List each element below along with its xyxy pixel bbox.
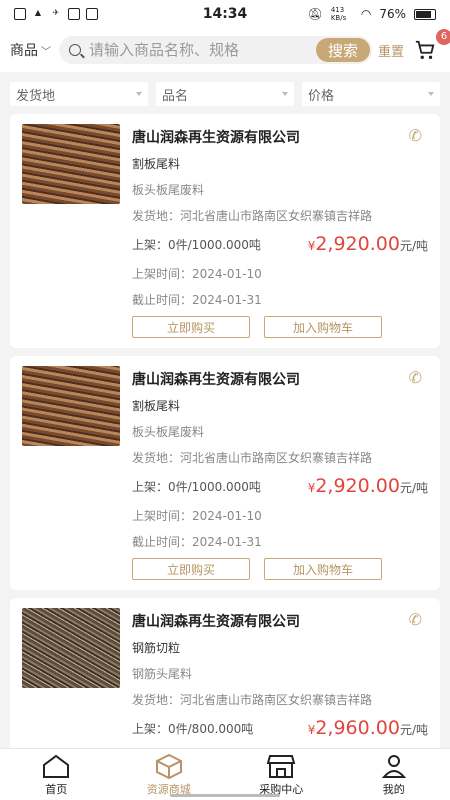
phone-icon[interactable]: ✆ bbox=[409, 368, 422, 387]
product-image[interactable] bbox=[22, 366, 120, 446]
listing-quantity: 上架：0件/1000.000吨 bbox=[132, 479, 261, 494]
price-value: 2,960.00 bbox=[315, 717, 400, 739]
tab-resource-mall[interactable]: 资源商城 bbox=[113, 749, 226, 800]
add-to-cart-button[interactable]: 加入购物车 bbox=[264, 558, 382, 580]
phone-icon[interactable]: ✆ bbox=[409, 610, 422, 629]
search-field: 搜索 bbox=[59, 36, 372, 64]
mail-icon bbox=[86, 8, 98, 20]
company-name: 唐山润森再生资源有限公司 bbox=[132, 130, 300, 146]
price-value: 2,920.00 bbox=[315, 475, 400, 497]
price-unit: 元/吨 bbox=[399, 723, 428, 737]
price-row: 上架：0件/800.000吨 ¥2,960.00元/吨 bbox=[132, 712, 428, 744]
add-to-cart-button[interactable]: 加入购物车 bbox=[264, 316, 382, 338]
search-input[interactable] bbox=[89, 41, 316, 59]
notification-icons: ▲ ✈ bbox=[14, 8, 98, 20]
price: ¥2,920.00元/吨 bbox=[308, 233, 428, 255]
network-speed: 413 KB/s bbox=[330, 6, 347, 22]
buy-now-button[interactable]: 立即购买 bbox=[132, 558, 250, 580]
product-category: 板头板尾废料 bbox=[132, 424, 205, 439]
company-name: 唐山润森再生资源有限公司 bbox=[132, 372, 300, 388]
ship-origin: 发货地：河北省唐山市路南区女织寨镇吉祥路 bbox=[132, 208, 373, 223]
bottom-tab-bar: 首页 资源商城 采购中心 我的 bbox=[0, 748, 450, 800]
caret-down-icon bbox=[136, 92, 142, 96]
phone-icon[interactable]: ✆ bbox=[409, 126, 422, 145]
search-icon bbox=[69, 44, 81, 56]
tab-home[interactable]: 首页 bbox=[0, 749, 113, 800]
home-icon bbox=[43, 754, 70, 778]
filter-origin[interactable]: 发货地 bbox=[10, 82, 148, 106]
cart-badge: 6 bbox=[436, 29, 450, 45]
product-image[interactable] bbox=[22, 608, 120, 688]
category-select[interactable]: 商品 ﹀ bbox=[10, 40, 51, 60]
price-row: 上架：0件/1000.000吨 ¥2,920.00元/吨 bbox=[132, 228, 428, 260]
product-category: 板头板尾废料 bbox=[132, 182, 205, 197]
filter-product-name[interactable]: 品名 bbox=[156, 82, 294, 106]
notification-icon bbox=[14, 8, 26, 20]
filter-row: 发货地 品名 价格 bbox=[0, 72, 450, 114]
filter-label: 价格 bbox=[308, 88, 335, 104]
store-icon bbox=[266, 754, 296, 778]
tab-label: 我的 bbox=[382, 782, 405, 796]
product-category: 钢筋头尾料 bbox=[132, 666, 193, 681]
tab-label: 首页 bbox=[45, 782, 68, 796]
user-icon bbox=[381, 754, 406, 778]
listed-date: 上架时间：2024-01-10 bbox=[132, 508, 262, 523]
reset-button[interactable]: 重置 bbox=[378, 41, 404, 60]
listed-date: 上架时间：2024-01-10 bbox=[132, 266, 262, 281]
listing-quantity: 上架：0件/800.000吨 bbox=[132, 721, 254, 736]
chevron-down-icon: ﹀ bbox=[41, 46, 51, 58]
search-bar: 商品 ﹀ 搜索 重置 6 bbox=[0, 28, 450, 72]
cart-icon bbox=[415, 40, 435, 59]
battery-percent: 76% bbox=[379, 7, 406, 21]
warning-icon: ▲ bbox=[34, 8, 42, 17]
mute-icon: 🔕︎ bbox=[307, 7, 323, 21]
bird-icon: ✈ bbox=[52, 8, 60, 17]
product-list: ✆ 唐山润森再生资源有限公司 割板尾料 板头板尾废料 发货地：河北省唐山市路南区… bbox=[0, 114, 450, 800]
product-card[interactable]: ✆ 唐山润森再生资源有限公司 割板尾料 板头板尾废料 发货地：河北省唐山市路南区… bbox=[10, 356, 440, 590]
product-card[interactable]: ✆ 唐山润森再生资源有限公司 割板尾料 板头板尾废料 发货地：河北省唐山市路南区… bbox=[10, 114, 440, 348]
caret-down-icon bbox=[428, 92, 434, 96]
search-button[interactable]: 搜索 bbox=[315, 38, 370, 62]
system-icons: 🔕︎ 413 KB/s ◠ 76% bbox=[308, 6, 436, 22]
product-name: 割板尾料 bbox=[132, 156, 181, 171]
price-row: 上架：0件/1000.000吨 ¥2,920.00元/吨 bbox=[132, 470, 428, 502]
clock: 14:34 bbox=[202, 6, 248, 22]
battery-icon bbox=[414, 8, 436, 20]
wifi-icon: ◠ bbox=[360, 7, 372, 21]
price: ¥2,960.00元/吨 bbox=[308, 717, 428, 739]
product-name: 钢筋切粒 bbox=[132, 640, 181, 655]
product-image[interactable] bbox=[22, 124, 120, 204]
price-value: 2,920.00 bbox=[315, 233, 400, 255]
app-icon bbox=[68, 8, 80, 20]
company-name: 唐山润森再生资源有限公司 bbox=[132, 614, 300, 630]
product-name: 割板尾料 bbox=[132, 398, 181, 413]
deadline-date: 截止时间：2024-01-31 bbox=[132, 534, 262, 549]
status-bar: ▲ ✈ 14:34 🔕︎ 413 KB/s ◠ 76% bbox=[0, 0, 450, 28]
price-unit: 元/吨 bbox=[399, 239, 428, 253]
box-icon bbox=[155, 753, 182, 779]
filter-label: 品名 bbox=[162, 88, 189, 104]
ship-origin: 发货地：河北省唐山市路南区女织寨镇吉祥路 bbox=[132, 692, 373, 707]
home-indicator bbox=[170, 794, 280, 797]
cart-button[interactable]: 6 bbox=[414, 29, 450, 61]
buy-now-button[interactable]: 立即购买 bbox=[132, 316, 250, 338]
deadline-date: 截止时间：2024-01-31 bbox=[132, 292, 262, 307]
tab-mine[interactable]: 我的 bbox=[338, 749, 450, 800]
filter-label: 发货地 bbox=[16, 88, 56, 104]
price-unit: 元/吨 bbox=[399, 481, 428, 495]
category-label: 商品 bbox=[10, 43, 38, 59]
listing-quantity: 上架：0件/1000.000吨 bbox=[132, 237, 261, 252]
caret-down-icon bbox=[282, 92, 288, 96]
filter-price[interactable]: 价格 bbox=[302, 82, 440, 106]
tab-purchase-center[interactable]: 采购中心 bbox=[225, 749, 338, 800]
ship-origin: 发货地：河北省唐山市路南区女织寨镇吉祥路 bbox=[132, 450, 373, 465]
price: ¥2,920.00元/吨 bbox=[308, 475, 428, 497]
